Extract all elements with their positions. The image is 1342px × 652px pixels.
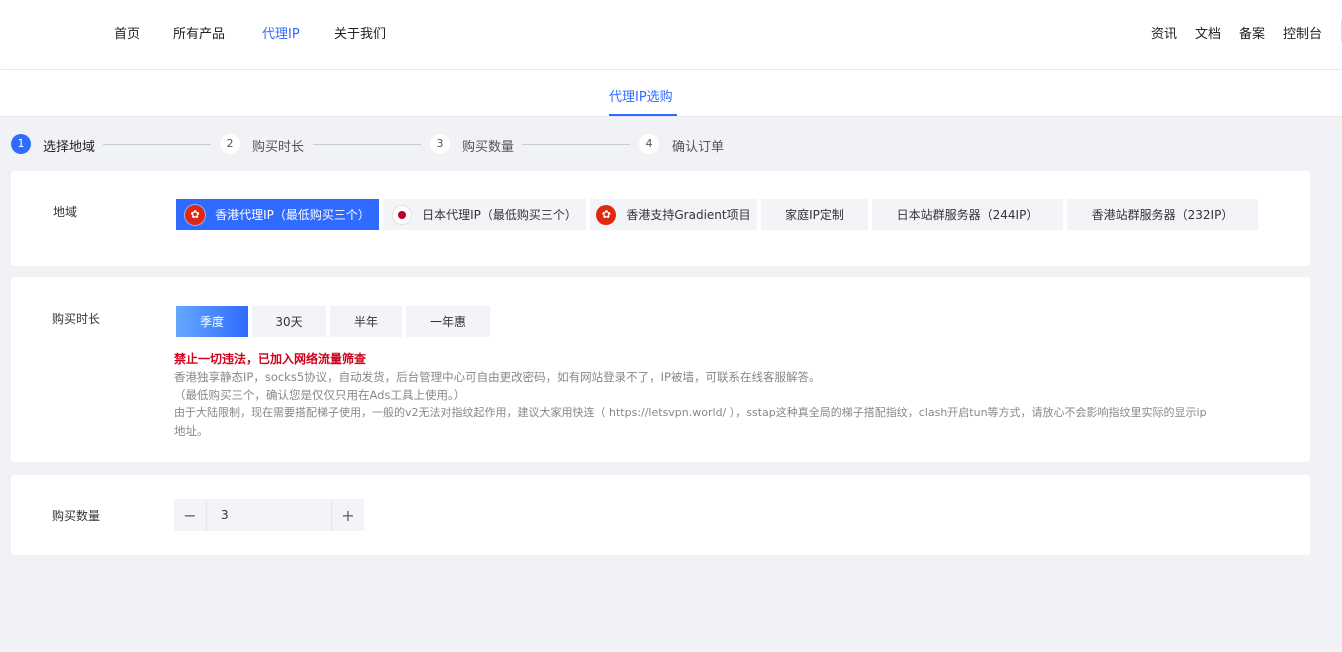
region-option-label: 香港站群服务器（232IP） [1091,208,1234,222]
region-option-label: 日本站群服务器（244IP） [896,208,1039,222]
step-4-number: 4 [639,134,659,154]
region-option-jp-proxy[interactable]: 日本代理IP（最低购买三个） [383,199,586,230]
region-option-hk-proxy[interactable]: ✿ 香港代理IP（最低购买三个） [176,199,379,230]
region-label: 地域 [53,205,78,219]
duration-card: 购买时长 季度 30天 半年 一年惠 禁止一切违法，已加入网络流量筛查 香港独享… [11,277,1310,462]
region-card: 地域 ✿ 香港代理IP（最低购买三个） 日本代理IP（最低购买三个） ✿ 香港支… [11,171,1310,266]
quantity-card: 购买数量 − + [11,475,1310,555]
description-line: （最低购买三个，确认您是仅仅只用在Ads工具上使用。） [174,388,466,402]
duration-option-label: 30天 [275,315,303,329]
step-3-label: 购买数量 [462,140,515,155]
step-2-label: 购买时长 [252,140,305,155]
step-connector [103,144,211,145]
step-connector [522,144,630,145]
duration-option-label: 一年惠 [429,315,466,329]
duration-option-label: 季度 [199,315,224,329]
step-3-number: 3 [430,134,450,154]
region-option-home-ip[interactable]: 家庭IP定制 [761,199,868,230]
increase-button[interactable]: + [331,499,364,531]
nav-about-us[interactable]: 关于我们 [334,23,386,42]
step-4-label: 确认订单 [672,140,725,155]
step-connector [313,144,421,145]
quantity-input[interactable] [208,499,330,531]
step-2-number: 2 [220,134,240,154]
region-option-label: 日本代理IP（最低购买三个） [422,208,577,222]
tab-proxy-ip-purchase[interactable]: 代理IP选购 [609,86,673,105]
region-option-label: 香港支持Gradient项目 [626,208,751,222]
duration-option-quarter[interactable]: 季度 [176,306,248,337]
tab-active-indicator [609,114,677,116]
duration-label: 购买时长 [52,312,101,326]
nav-all-products[interactable]: 所有产品 [173,23,225,42]
nav-news[interactable]: 资讯 [1151,23,1177,42]
step-1-number: 1 [11,134,31,154]
nav-filing[interactable]: 备案 [1239,23,1265,42]
sub-navbar: 代理IP选购 [0,70,1342,117]
region-option-hk-server[interactable]: 香港站群服务器（232IP） [1067,199,1258,230]
decrease-button[interactable]: − [174,499,207,531]
region-option-label: 家庭IP定制 [785,208,844,222]
description-line: 由于大陆限制，现在需要搭配梯子使用，一般的v2无法对指纹起作用，建议大家用快连（… [174,406,1207,419]
duration-option-label: 半年 [353,315,378,329]
nav-home[interactable]: 首页 [114,23,140,42]
nav-proxy-ip[interactable]: 代理IP [262,23,300,42]
region-option-hk-gradient[interactable]: ✿ 香港支持Gradient项目 [590,199,757,230]
hk-flag-icon: ✿ [185,204,206,225]
quantity-label: 购买数量 [52,509,101,523]
region-option-label: 香港代理IP（最低购买三个） [215,208,370,222]
order-steps: 1 选择地域 2 购买时长 3 购买数量 4 确认订单 [0,132,1342,156]
step-1-label: 选择地域 [43,140,96,155]
region-option-jp-server[interactable]: 日本站群服务器（244IP） [872,199,1063,230]
legal-warning: 禁止一切违法，已加入网络流量筛查 [174,352,367,366]
nav-console[interactable]: 控制台 [1283,23,1322,42]
description-line: 香港独享静态IP，socks5协议，自动发货，后台管理中心可自由更改密码，如有网… [174,370,821,384]
top-navbar: 首页 所有产品 代理IP 关于我们 资讯 文档 备案 控制台 [0,0,1342,69]
duration-option-30days[interactable]: 30天 [252,306,326,337]
jp-flag-icon [392,204,413,225]
nav-docs[interactable]: 文档 [1195,23,1221,42]
duration-option-one-year[interactable]: 一年惠 [406,306,490,337]
quantity-stepper: − + [174,499,364,531]
duration-option-half-year[interactable]: 半年 [330,306,402,337]
hk-flag-icon: ✿ [596,204,617,225]
description-line: 地址。 [174,424,209,438]
